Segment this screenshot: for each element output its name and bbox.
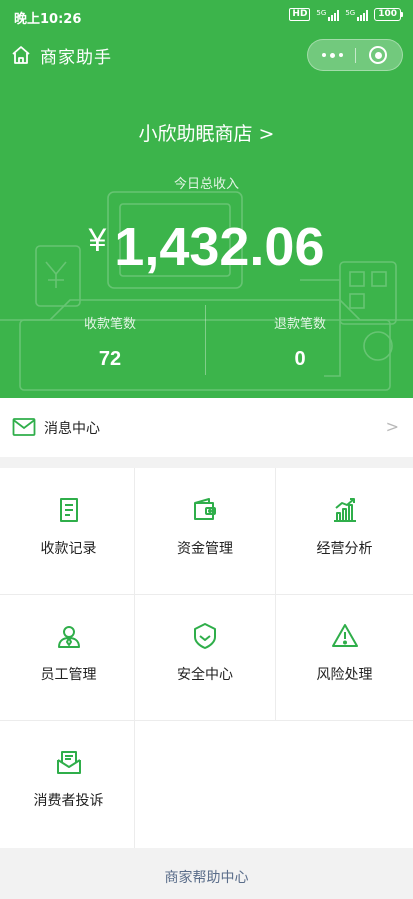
receipt-icon bbox=[59, 498, 78, 522]
bar-chart-icon bbox=[333, 498, 356, 522]
chevron-right-icon: > bbox=[258, 123, 275, 145]
feature-label: 安全中心 bbox=[177, 667, 233, 683]
received-count-stat[interactable]: 收款笔数 72 bbox=[20, 313, 200, 371]
chevron-right-icon: > bbox=[385, 417, 399, 436]
page-title: 商家助手 bbox=[40, 48, 112, 68]
store-name: 小欣助眠商店 bbox=[138, 123, 253, 145]
staff-icon bbox=[57, 626, 80, 648]
network-type-label: 5G bbox=[316, 8, 327, 17]
feature-business-analysis[interactable]: 经营分析 bbox=[276, 468, 413, 594]
close-button[interactable] bbox=[354, 40, 402, 70]
stat-divider bbox=[205, 305, 206, 375]
wallet-icon bbox=[194, 498, 216, 520]
feature-receipt-records[interactable]: 收款记录 bbox=[0, 468, 137, 594]
shield-icon bbox=[194, 623, 216, 649]
footer: 商家帮助中心 bbox=[0, 848, 413, 899]
network-type-label: 5G bbox=[345, 8, 356, 17]
feature-label: 消费者投诉 bbox=[33, 793, 104, 809]
miniprogram-capsule bbox=[307, 39, 403, 71]
status-indicators: HD 5G 5G 100 bbox=[289, 8, 403, 21]
nav-bar: 商家助手 bbox=[0, 34, 413, 74]
store-name-link[interactable]: 小欣助眠商店 > bbox=[0, 119, 413, 146]
merchant-help-center-link[interactable]: 商家帮助中心 bbox=[0, 867, 413, 887]
feature-label: 风险处理 bbox=[316, 667, 373, 683]
feature-security-center[interactable]: 安全中心 bbox=[135, 594, 275, 720]
feature-label: 员工管理 bbox=[40, 667, 97, 683]
feature-label: 经营分析 bbox=[316, 541, 373, 557]
income-value: 1,432.06 bbox=[114, 217, 325, 277]
warning-icon bbox=[331, 624, 358, 647]
hd-badge: HD bbox=[289, 8, 311, 21]
battery-icon: 100 bbox=[374, 8, 403, 21]
close-target-icon bbox=[369, 46, 387, 64]
signal-icon: 5G bbox=[345, 8, 369, 21]
feature-label: 收款记录 bbox=[40, 541, 97, 557]
feature-grid: 收款记录 资金管理 经营分析 员工管理 安全中心 风险处理 消费者投诉 bbox=[0, 468, 413, 848]
income-label: 今日总收入 bbox=[173, 177, 239, 192]
feature-staff-management[interactable]: 员工管理 bbox=[0, 594, 137, 720]
home-icon[interactable] bbox=[10, 44, 32, 66]
mail-icon bbox=[12, 418, 36, 436]
complaint-mail-icon bbox=[56, 751, 81, 774]
feature-label: 资金管理 bbox=[177, 541, 233, 557]
status-time: 晚上10:26 bbox=[14, 12, 82, 27]
feature-fund-management[interactable]: 资金管理 bbox=[135, 468, 275, 594]
more-button[interactable] bbox=[308, 40, 356, 70]
message-center-label: 消息中心 bbox=[44, 421, 100, 437]
refund-count-stat[interactable]: 退款笔数 0 bbox=[210, 313, 390, 371]
status-bar: 晚上10:26 HD 5G 5G 100 bbox=[0, 0, 413, 34]
refund-count-label: 退款笔数 bbox=[273, 317, 326, 332]
feature-risk-handling[interactable]: 风险处理 bbox=[276, 594, 413, 720]
currency-symbol: ¥ bbox=[88, 222, 107, 258]
received-count-label: 收款笔数 bbox=[83, 317, 136, 332]
received-count-value: 72 bbox=[98, 348, 122, 370]
income-amount: ¥1,432.06 bbox=[0, 216, 413, 278]
message-center-row[interactable]: 消息中心 > bbox=[0, 398, 413, 457]
feature-consumer-complaints[interactable]: 消费者投诉 bbox=[0, 720, 137, 846]
refund-count-value: 0 bbox=[294, 348, 306, 370]
signal-icon: 5G bbox=[316, 8, 340, 21]
